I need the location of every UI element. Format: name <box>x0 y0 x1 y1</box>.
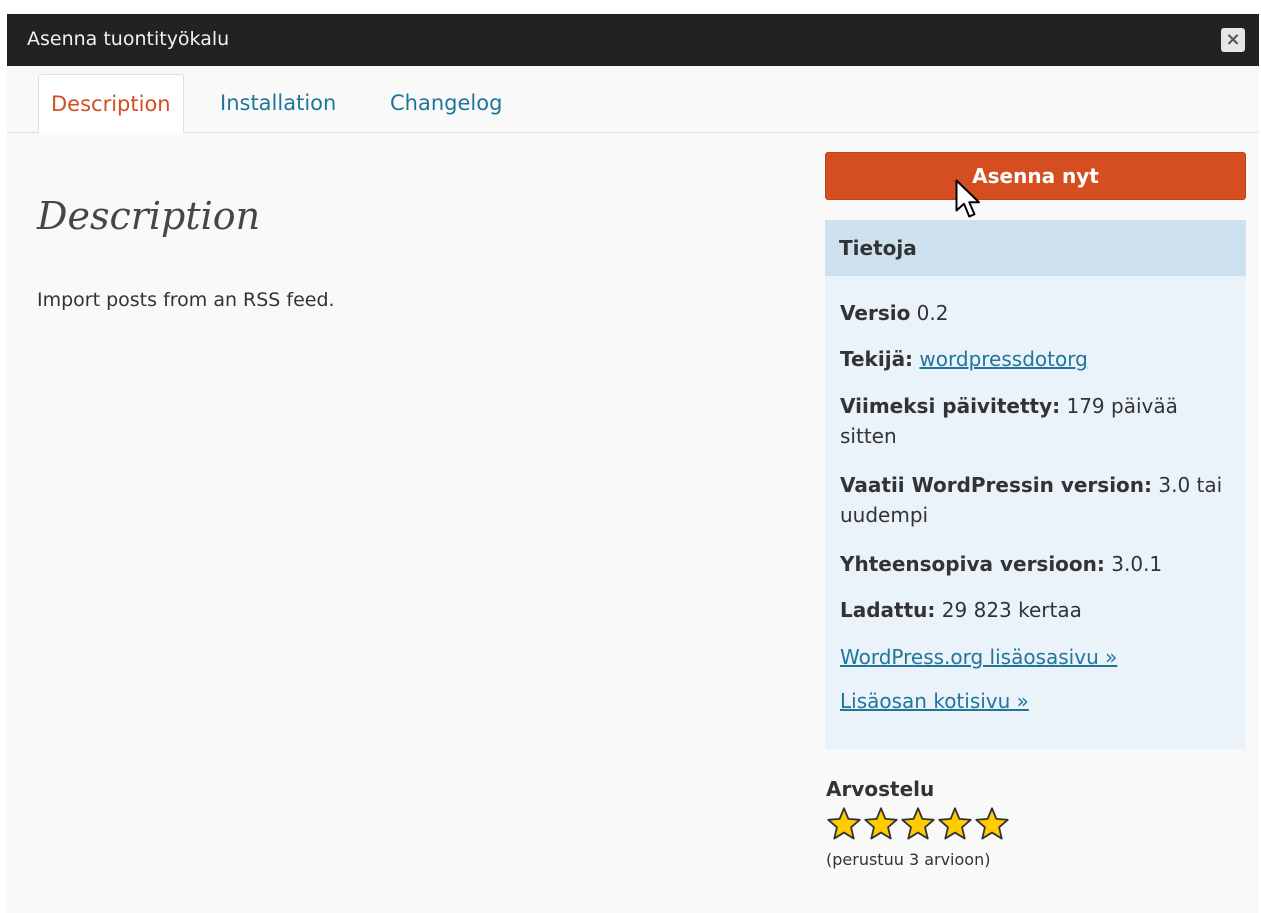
version-label: Versio <box>840 301 911 325</box>
last-updated-label: Viimeksi päivitetty: <box>840 394 1061 418</box>
plugin-info-box: Tietoja Versio 0.2 Tekijä: wordpressdoto… <box>825 220 1246 749</box>
rating-count-note: (perustuu 3 arvioon) <box>826 850 991 869</box>
version-value: 0.2 <box>916 301 949 325</box>
homepage-row: Lisäosan kotisivu » <box>840 686 1235 716</box>
wordpress-org-plugin-page-link[interactable]: WordPress.org lisäosasivu » <box>840 645 1117 669</box>
star-icon <box>864 807 898 840</box>
tab-description[interactable]: Description <box>38 74 184 133</box>
requires-label: Vaatii WordPressin version: <box>840 473 1153 497</box>
plugin-description: Import posts from an RSS feed. <box>37 289 335 311</box>
star-icon <box>975 807 1009 840</box>
last-updated-row: Viimeksi päivitetty: 179 päivää sitten <box>840 391 1235 451</box>
author-link[interactable]: wordpressdotorg <box>919 347 1087 371</box>
compatible-row: Yhteensopiva versioon: 3.0.1 <box>840 549 1235 579</box>
author-row: Tekijä: wordpressdotorg <box>840 344 1235 374</box>
info-box-header: Tietoja <box>825 220 1246 276</box>
author-label: Tekijä: <box>840 347 914 371</box>
dialog-titlebar: Asenna tuontityökalu × <box>7 14 1259 66</box>
close-icon: × <box>1225 29 1241 50</box>
downloaded-value: 29 823 kertaa <box>941 598 1082 622</box>
section-heading: Description <box>37 194 261 238</box>
star-rating <box>826 806 1010 842</box>
info-box-title: Tietoja <box>839 236 917 260</box>
star-icon <box>827 807 861 840</box>
compatible-label: Yhteensopiva versioon: <box>840 552 1105 576</box>
close-button[interactable]: × <box>1221 28 1245 52</box>
star-icon <box>901 807 935 840</box>
plugin-homepage-link[interactable]: Lisäosan kotisivu » <box>840 689 1029 713</box>
tab-changelog[interactable]: Changelog <box>378 74 514 131</box>
downloaded-row: Ladattu: 29 823 kertaa <box>840 595 1235 625</box>
install-now-button[interactable]: Asenna nyt <box>825 152 1246 200</box>
tab-installation[interactable]: Installation <box>208 74 348 131</box>
compatible-value: 3.0.1 <box>1111 552 1163 576</box>
version-row: Versio 0.2 <box>840 298 1235 328</box>
requires-row: Vaatii WordPressin version: 3.0 tai uude… <box>840 470 1235 530</box>
rating-label: Arvostelu <box>826 777 935 801</box>
plugin-page-row: WordPress.org lisäosasivu » <box>840 642 1235 672</box>
tab-bar: Description Installation Changelog <box>7 66 1259 133</box>
plugin-install-dialog: Asenna tuontityökalu × Description Insta… <box>7 14 1259 913</box>
downloaded-label: Ladattu: <box>840 598 936 622</box>
star-icon <box>938 807 972 840</box>
dialog-title: Asenna tuontityökalu <box>27 28 230 50</box>
